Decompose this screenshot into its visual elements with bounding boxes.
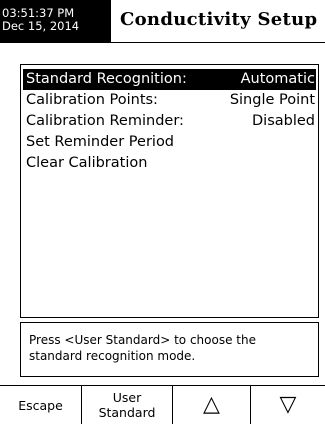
menu-item-label: Set Reminder Period	[26, 134, 175, 150]
clock-date: Dec 15, 2014	[2, 19, 80, 33]
menu-item-value: Single Point	[229, 92, 315, 108]
menu-item-set-reminder-period[interactable]: Set Reminder Period	[23, 132, 316, 153]
help-text: Press <User Standard> to choose the stan…	[20, 322, 319, 377]
escape-button[interactable]: Escape	[0, 386, 82, 424]
menu-item-calibration-reminder[interactable]: Calibration Reminder: Disabled	[23, 111, 316, 132]
page-title: Conductivity Setup	[120, 9, 318, 30]
down-arrow-icon: ▽	[279, 392, 297, 417]
conductivity-setup-screen: 03:51:37 PM Dec 15, 2014 Conductivity Se…	[0, 0, 325, 424]
menu-item-label: Calibration Reminder:	[26, 113, 184, 129]
user-standard-button[interactable]: User Standard	[82, 386, 173, 424]
settings-menu: Standard Recognition: Automatic Calibrat…	[23, 69, 316, 174]
menu-item-calibration-points[interactable]: Calibration Points: Single Point	[23, 90, 316, 111]
down-arrow-button[interactable]: ▽	[251, 386, 325, 424]
user-standard-button-label: User Standard	[98, 390, 156, 420]
escape-button-label: Escape	[18, 397, 63, 413]
menu-item-standard-recognition[interactable]: Standard Recognition: Automatic	[23, 69, 316, 90]
clock: 03:51:37 PM Dec 15, 2014	[0, 0, 111, 42]
softkey-bar: Escape User Standard △ ▽	[0, 386, 325, 424]
menu-item-label: Calibration Points:	[26, 92, 158, 108]
menu-item-clear-calibration[interactable]: Clear Calibration	[23, 153, 316, 174]
header-divider	[0, 42, 325, 43]
up-arrow-button[interactable]: △	[173, 386, 251, 424]
settings-panel: Standard Recognition: Automatic Calibrat…	[20, 64, 319, 318]
menu-item-label: Clear Calibration	[26, 155, 148, 171]
menu-item-value: Disabled	[252, 113, 315, 129]
menu-item-label: Standard Recognition:	[26, 71, 187, 87]
up-arrow-icon: △	[203, 392, 220, 417]
menu-item-value: Automatic	[240, 71, 315, 87]
